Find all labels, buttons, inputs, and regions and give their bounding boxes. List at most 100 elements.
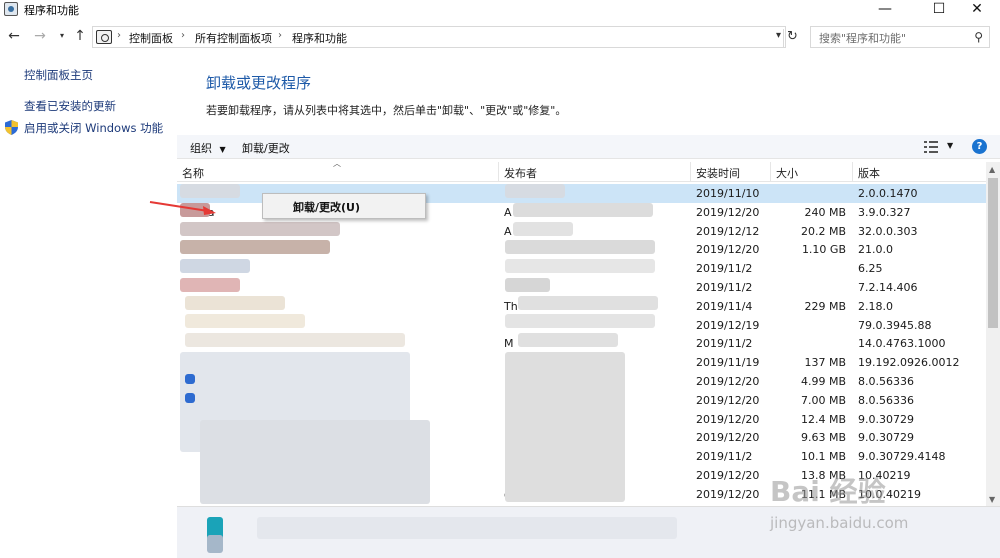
- program-size: 137 MB: [804, 356, 846, 370]
- organize-label: 组织: [190, 142, 212, 155]
- sidebar-item-home[interactable]: 控制面板主页: [24, 67, 93, 83]
- program-size: 1.10 GB: [801, 243, 846, 257]
- program-publisher: Th: [504, 299, 518, 313]
- program-publisher: M: [504, 337, 514, 351]
- annotation-arrow-icon: [149, 201, 216, 215]
- program-version: 32.0.0.303: [858, 224, 918, 238]
- help-icon[interactable]: ?: [972, 139, 987, 154]
- program-install-date: 2019/12/20: [696, 393, 760, 407]
- command-bar: 组织 ▼ 卸载/更改: [177, 135, 1000, 159]
- organize-button[interactable]: 组织 ▼: [190, 140, 226, 156]
- title-bar: 程序和功能 — ☐ ✕: [0, 0, 1000, 20]
- program-install-date: 2019/11/19: [696, 356, 760, 370]
- program-install-date: 2019/12/20: [696, 205, 760, 219]
- column-publisher[interactable]: 发布者: [499, 162, 691, 182]
- program-version: 6.25: [858, 262, 883, 276]
- address-bar: ← → ▾ ↑ › 控制面板 › 所有控制面板项 › 程序和功能 ▾ ↻ 搜索"…: [0, 22, 1000, 52]
- program-size: 20.2 MB: [800, 224, 846, 238]
- close-button[interactable]: ✕: [954, 0, 1000, 20]
- program-version: 8.0.56336: [858, 375, 914, 388]
- vertical-scrollbar[interactable]: ▲ ▼: [986, 162, 1000, 506]
- program-version: 8.0.56336: [858, 393, 914, 407]
- program-publisher: A: [504, 205, 512, 219]
- program-version: 7.2.14.406: [858, 281, 918, 294]
- up-arrow-icon[interactable]: ↑: [72, 28, 88, 44]
- baidu-watermark: Bai 经验: [770, 475, 886, 508]
- program-install-date: 2019/12/20: [696, 431, 760, 445]
- search-icon: ⚲: [974, 30, 983, 44]
- program-size: 229 MB: [804, 299, 846, 313]
- search-input[interactable]: 搜索"程序和功能" ⚲: [810, 26, 990, 48]
- program-size: 240 MB: [804, 205, 846, 219]
- program-install-date: 2019/12/20: [696, 469, 760, 482]
- program-icon-shadow: [207, 535, 223, 553]
- sidebar-item-installed-updates[interactable]: 查看已安装的更新: [24, 98, 116, 114]
- program-version: 2.0.0.1470: [858, 187, 918, 200]
- program-install-date: 2019/11/2: [696, 281, 753, 294]
- back-arrow-icon[interactable]: ←: [6, 28, 22, 44]
- program-install-date: 2019/12/12: [696, 224, 760, 238]
- breadcrumb-control-panel[interactable]: 控制面板: [129, 30, 173, 46]
- view-options-icon[interactable]: [924, 141, 938, 153]
- program-install-date: 2019/11/4: [696, 299, 753, 313]
- programs-icon: [4, 2, 18, 16]
- scroll-up-icon[interactable]: ▲: [989, 165, 995, 174]
- chevron-down-icon: ▼: [219, 145, 226, 154]
- sidebar: 控制面板主页 查看已安装的更新 启用或关闭 Windows 功能: [0, 52, 176, 558]
- program-version: 14.0.4763.1000: [858, 337, 946, 351]
- context-menu-uninstall-change[interactable]: 卸载/更改(U): [293, 199, 360, 215]
- program-version: 9.0.30729: [858, 431, 914, 445]
- breadcrumb-separator[interactable]: ›: [278, 30, 282, 41]
- context-menu: 卸载/更改(U): [262, 193, 426, 219]
- recent-chevron-icon[interactable]: ▾: [54, 28, 70, 44]
- control-panel-icon: [96, 30, 112, 44]
- details-text-redacted: [257, 517, 677, 539]
- program-version: 21.0.0: [858, 243, 893, 257]
- instruction-text: 若要卸载程序，请从列表中将其选中，然后单击"卸载"、"更改"或"修复"。: [206, 104, 567, 117]
- forward-arrow-icon[interactable]: →: [32, 28, 48, 44]
- program-install-date: 2019/11/2: [696, 450, 753, 464]
- program-version: 3.9.0.327: [858, 205, 911, 219]
- program-install-date: 2019/12/20: [696, 412, 760, 426]
- table-row[interactable]: 2019/11/2 7.2.14.406: [177, 278, 987, 297]
- program-version: 79.0.3945.88: [858, 318, 932, 332]
- program-version: 2.18.0: [858, 299, 893, 313]
- view-dropdown-icon[interactable]: ▼: [947, 141, 953, 150]
- program-version: 9.0.30729.4148: [858, 450, 946, 464]
- shield-icon: [5, 120, 18, 135]
- program-publisher: A: [504, 224, 512, 238]
- address-dropdown-icon[interactable]: ▾: [776, 30, 781, 41]
- refresh-icon[interactable]: ↻: [783, 29, 801, 47]
- minimize-button[interactable]: —: [862, 0, 908, 20]
- sidebar-item-windows-features[interactable]: 启用或关闭 Windows 功能: [24, 120, 163, 136]
- column-header: 名称 发布者 安装时间 大小 版本: [177, 162, 987, 182]
- column-install-date[interactable]: 安装时间: [691, 162, 771, 182]
- address-box[interactable]: › 控制面板 › 所有控制面板项 › 程序和功能 ▾: [92, 26, 786, 48]
- program-install-date: 2019/11/2: [696, 337, 753, 351]
- breadcrumb-separator[interactable]: ›: [117, 30, 121, 41]
- page-title: 卸载或更改程序: [206, 74, 312, 92]
- column-version[interactable]: 版本: [853, 162, 987, 182]
- uninstall-change-button[interactable]: 卸载/更改: [242, 140, 290, 156]
- program-install-date: 2019/11/10: [696, 187, 760, 200]
- program-install-date: 2019/11/2: [696, 262, 753, 276]
- program-version: 9.0.30729: [858, 412, 914, 426]
- column-name[interactable]: 名称: [177, 162, 499, 182]
- search-placeholder: 搜索"程序和功能": [819, 32, 907, 45]
- breadcrumb-all-items[interactable]: 所有控制面板项: [195, 30, 272, 46]
- program-version: 19.192.0926.0012: [858, 356, 960, 370]
- scroll-down-icon[interactable]: ▼: [989, 495, 995, 504]
- watermark-url: jingyan.baidu.com: [770, 514, 909, 532]
- program-install-date: 2019/12/20: [696, 487, 760, 501]
- program-install-date: 2019/12/20: [696, 243, 760, 257]
- program-size: 10.1 MB: [800, 450, 846, 464]
- breadcrumb-programs[interactable]: 程序和功能: [292, 30, 347, 46]
- program-install-date: 2019/12/20: [696, 375, 760, 388]
- program-size: 4.99 MB: [800, 375, 846, 388]
- column-size[interactable]: 大小: [771, 162, 853, 182]
- program-install-date: 2019/12/19: [696, 318, 760, 332]
- program-size: 12.4 MB: [800, 412, 846, 426]
- breadcrumb-separator[interactable]: ›: [181, 30, 185, 41]
- scroll-thumb[interactable]: [988, 178, 998, 328]
- program-size: 7.00 MB: [800, 393, 846, 407]
